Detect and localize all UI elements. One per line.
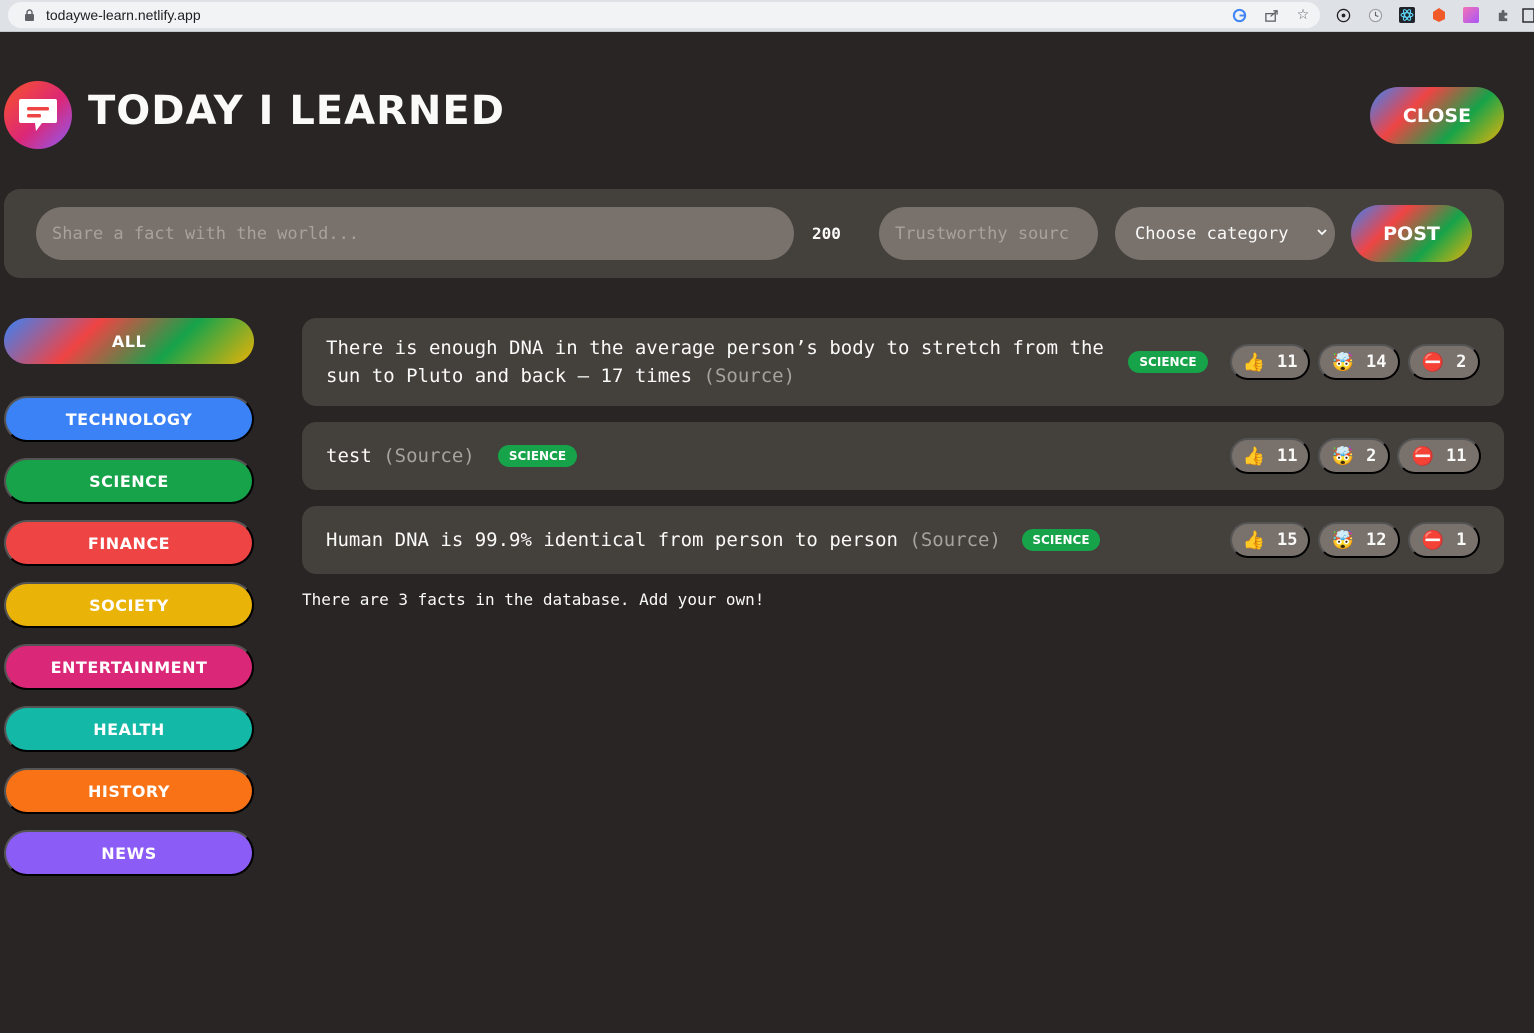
react-devtools-icon[interactable] xyxy=(1398,6,1416,24)
url-text: todaywe-learn.netlify.app xyxy=(46,7,201,23)
vote-count: 2 xyxy=(1366,446,1377,466)
category-history-button[interactable]: History xyxy=(4,768,254,814)
mind-blown-icon: 🤯 xyxy=(1331,351,1354,373)
fact-item: test (Source) Science 👍 11 🤯 2 ⛔ 11 xyxy=(302,422,1504,490)
extension-gradient-icon[interactable] xyxy=(1462,6,1480,24)
vote-mindblowing-button[interactable]: 🤯 12 xyxy=(1318,522,1400,558)
mind-blown-icon: 🤯 xyxy=(1331,529,1354,551)
category-news-button[interactable]: News xyxy=(4,830,254,876)
category-select-value: Choose category xyxy=(1135,223,1289,244)
thumbs-up-icon: 👍 xyxy=(1242,445,1265,467)
vote-mindblowing-button[interactable]: 🤯 14 xyxy=(1318,344,1400,380)
vote-false-button[interactable]: ⛔ 11 xyxy=(1397,438,1481,474)
category-health-button[interactable]: Health xyxy=(4,706,254,752)
fact-text: test (Source) xyxy=(326,445,475,467)
category-all-button[interactable]: All xyxy=(4,318,254,364)
vote-false-button[interactable]: ⛔ 2 xyxy=(1408,344,1480,380)
no-entry-icon: ⛔ xyxy=(1411,445,1434,467)
browser-toolbar: todaywe-learn.netlify.app ☆ xyxy=(0,0,1534,32)
close-button[interactable]: Close xyxy=(1370,87,1504,144)
post-button[interactable]: Post xyxy=(1351,205,1472,262)
fact-text: Human DNA is 99.9% identical from person… xyxy=(326,529,1001,551)
source-link[interactable]: (Source) xyxy=(383,445,475,467)
fact-form: Share a fact with the world... 200 Trust… xyxy=(4,189,1504,278)
side-panel-icon[interactable] xyxy=(1522,6,1534,24)
google-icon[interactable] xyxy=(1230,6,1248,24)
extension-clock-icon[interactable] xyxy=(1366,6,1384,24)
extension-circle-icon[interactable] xyxy=(1334,6,1352,24)
category-society-button[interactable]: Society xyxy=(4,582,254,628)
category-finance-button[interactable]: Finance xyxy=(4,520,254,566)
vote-count: 2 xyxy=(1456,352,1467,372)
category-entertainment-button[interactable]: Entertainment xyxy=(4,644,254,690)
facts-count-message: There are 3 facts in the database. Add y… xyxy=(302,590,765,609)
vote-interesting-button[interactable]: 👍 11 xyxy=(1230,344,1310,380)
category-tag: Science xyxy=(498,445,577,467)
share-icon[interactable] xyxy=(1262,6,1280,24)
address-bar[interactable]: todaywe-learn.netlify.app xyxy=(8,2,1320,28)
source-link[interactable]: (Source) xyxy=(909,529,1001,551)
vote-mindblowing-button[interactable]: 🤯 2 xyxy=(1318,438,1390,474)
vote-count: 11 xyxy=(1445,446,1467,466)
vote-false-button[interactable]: ⛔ 1 xyxy=(1408,522,1480,558)
fact-text-input[interactable]: Share a fact with the world... xyxy=(36,207,794,260)
vote-interesting-button[interactable]: 👍 11 xyxy=(1230,438,1310,474)
no-entry-icon: ⛔ xyxy=(1421,529,1445,551)
source-link[interactable]: (Source) xyxy=(704,365,796,387)
vote-count: 12 xyxy=(1365,530,1387,550)
chevron-down-icon xyxy=(1317,229,1327,236)
vote-count: 11 xyxy=(1276,352,1298,372)
app-title: Today I Learned xyxy=(88,88,505,134)
thumbs-up-icon: 👍 xyxy=(1242,351,1265,373)
category-science-button[interactable]: Science xyxy=(4,458,254,504)
vote-interesting-button[interactable]: 👍 15 xyxy=(1230,522,1310,558)
vote-count: 15 xyxy=(1276,530,1298,550)
fact-text: There is enough DNA in the average perso… xyxy=(326,337,1104,387)
vote-count: 11 xyxy=(1276,446,1298,466)
character-count: 200 xyxy=(812,224,841,243)
no-entry-icon: ⛔ xyxy=(1421,351,1445,373)
category-tag: Science xyxy=(1022,529,1100,551)
extension-orange-icon[interactable] xyxy=(1430,6,1448,24)
fact-item: Human DNA is 99.9% identical from person… xyxy=(302,506,1504,574)
mind-blown-icon: 🤯 xyxy=(1331,445,1355,467)
category-technology-button[interactable]: Technology xyxy=(4,396,254,442)
vote-count: 1 xyxy=(1456,530,1467,550)
logo-icon xyxy=(4,81,72,149)
thumbs-up-icon: 👍 xyxy=(1242,529,1265,551)
vote-count: 14 xyxy=(1365,352,1387,372)
lock-icon xyxy=(25,9,34,21)
category-select[interactable]: Choose category xyxy=(1115,207,1335,260)
source-input[interactable]: Trustworthy sourc xyxy=(879,207,1098,260)
bookmark-star-icon[interactable]: ☆ xyxy=(1294,6,1312,24)
fact-item: There is enough DNA in the average perso… xyxy=(302,318,1504,406)
extensions-puzzle-icon[interactable] xyxy=(1494,6,1512,24)
category-tag: Science xyxy=(1128,351,1208,373)
